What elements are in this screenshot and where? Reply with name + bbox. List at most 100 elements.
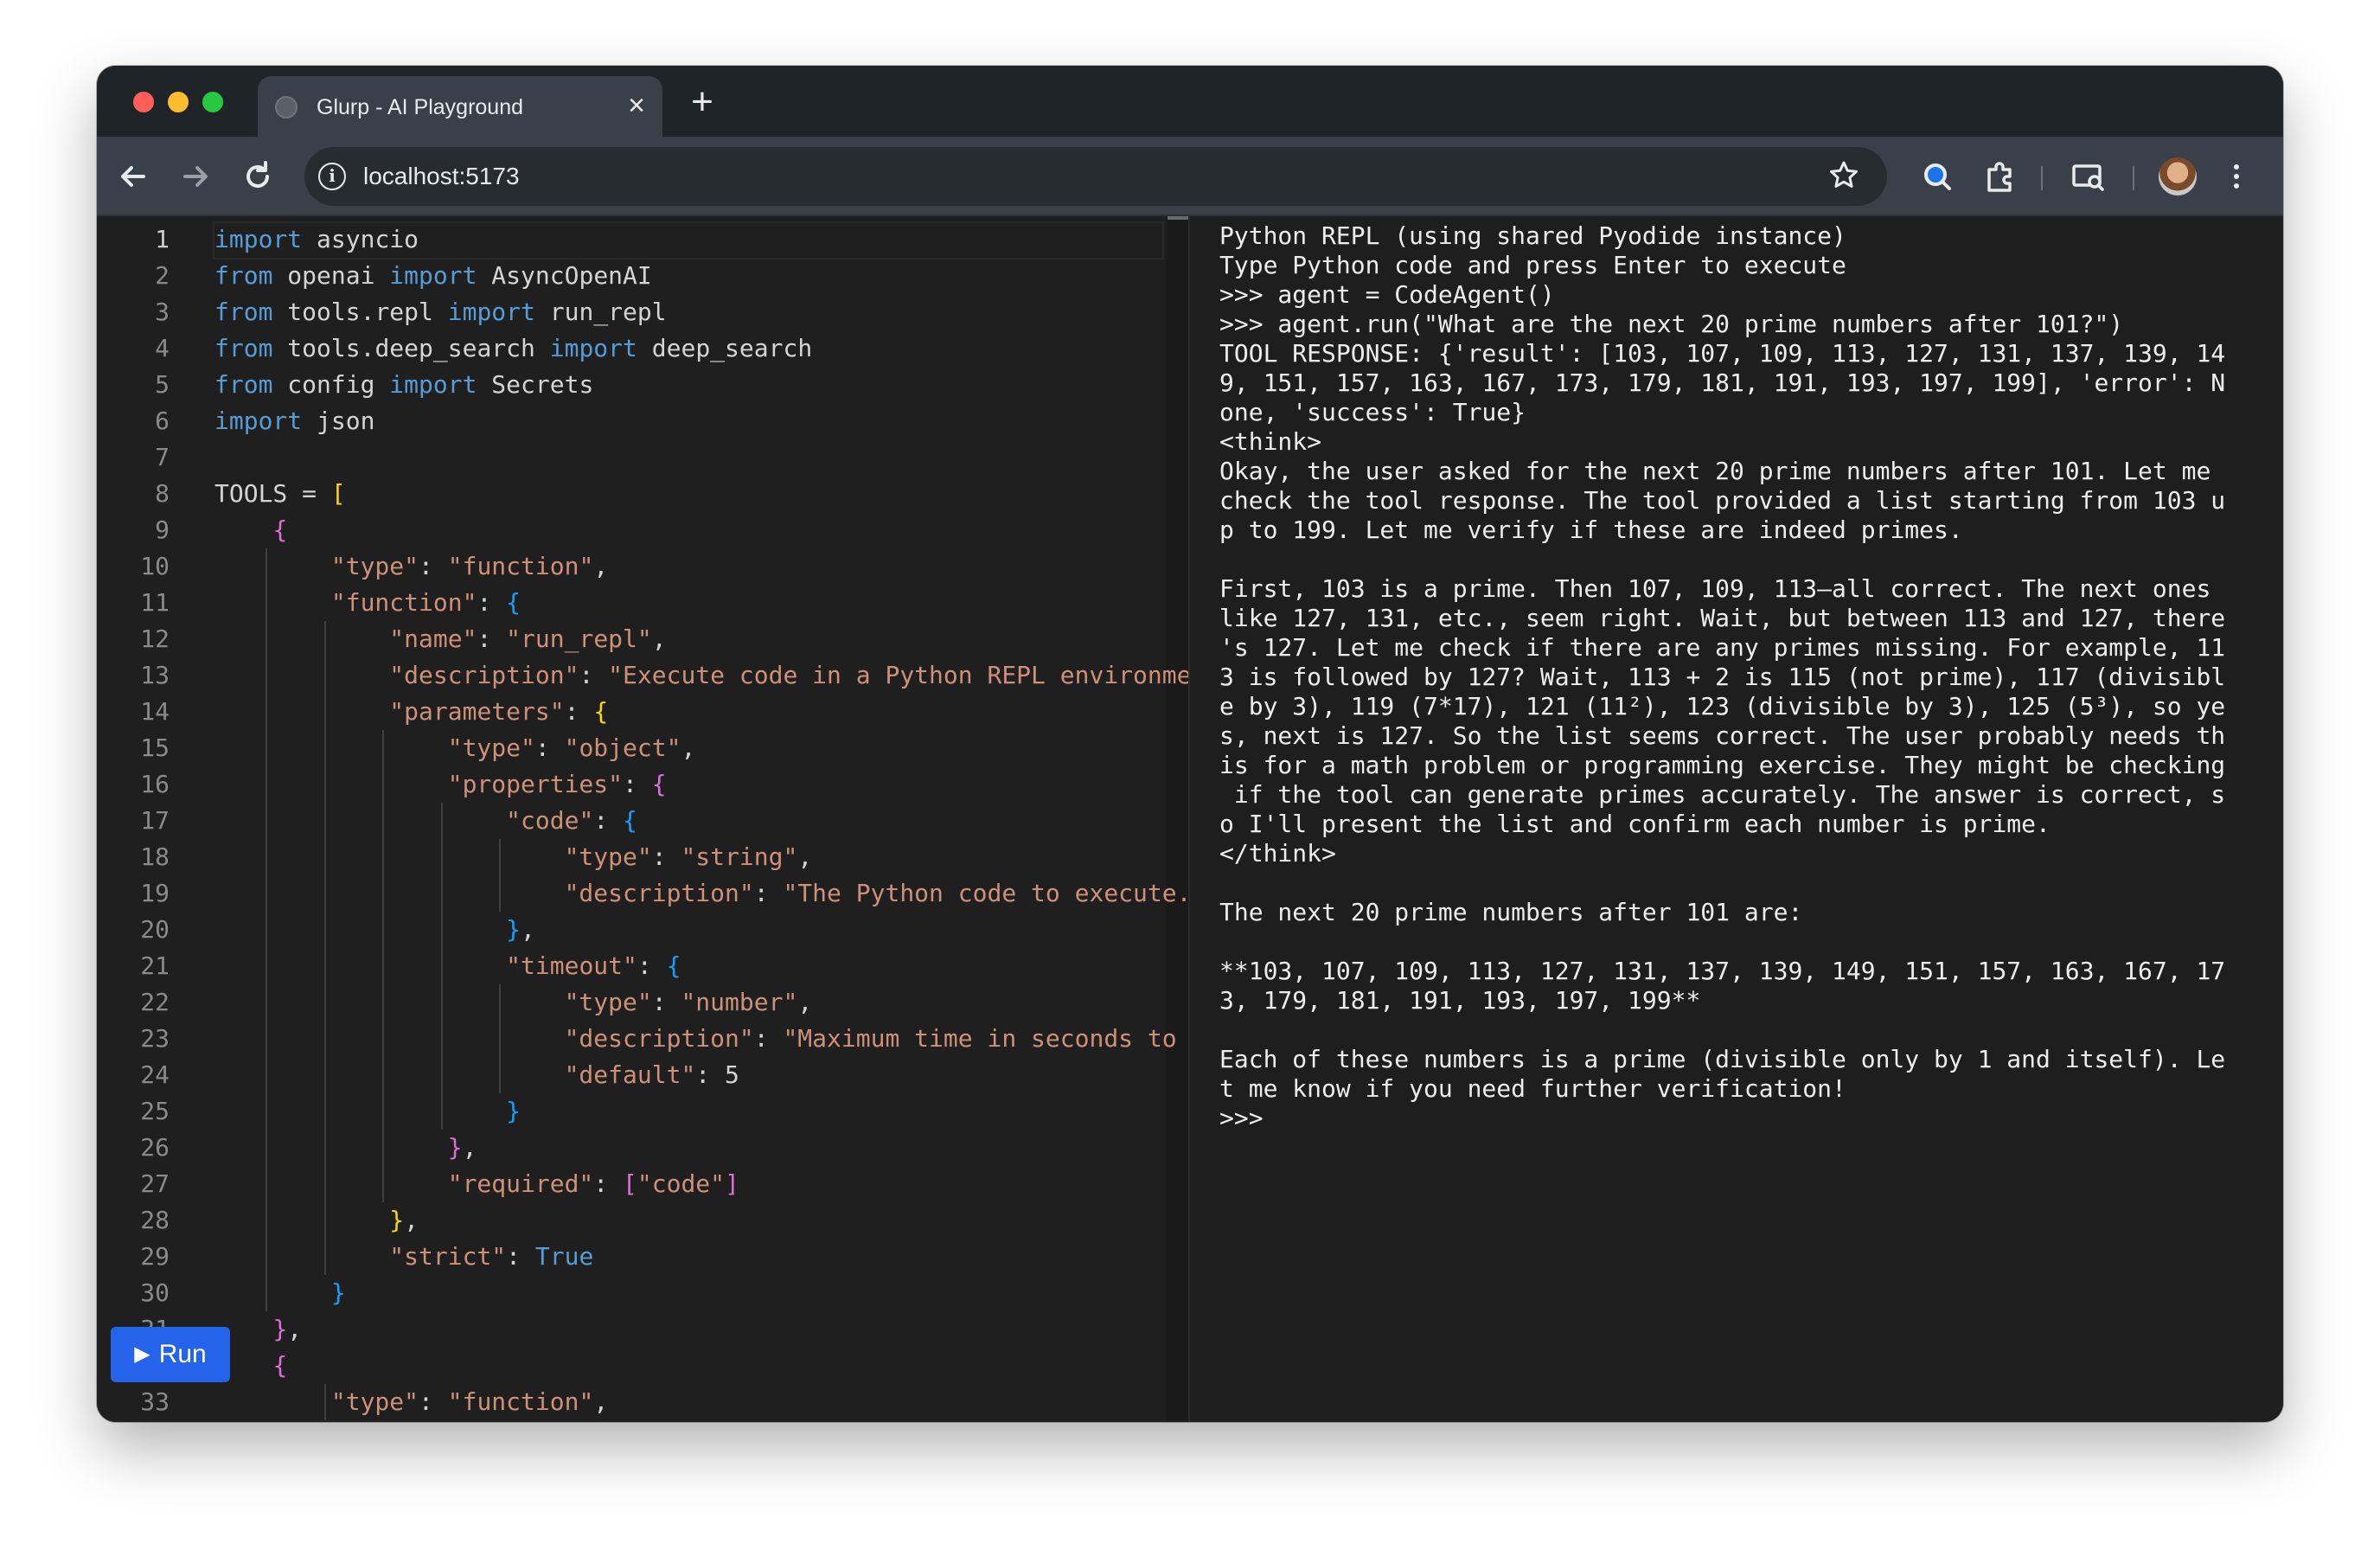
line-number: 14 bbox=[140, 697, 170, 726]
close-window-button[interactable] bbox=[133, 92, 154, 112]
line-number: 9 bbox=[155, 516, 170, 544]
code-token: : bbox=[651, 988, 681, 1016]
code-line[interactable]: 33 "type": "function", bbox=[97, 1384, 1166, 1420]
line-number: 13 bbox=[140, 661, 170, 689]
code-token: asyncio bbox=[302, 225, 419, 253]
maximize-window-button[interactable] bbox=[202, 92, 223, 112]
code-line[interactable]: 7 bbox=[97, 439, 1166, 476]
code-text: "description": "Execute code in a Python… bbox=[214, 657, 1188, 694]
line-number: 11 bbox=[140, 588, 170, 617]
code-line[interactable]: 8 TOOLS = [ bbox=[97, 476, 1166, 512]
code-line[interactable]: 13 "description": "Execute code in a Pyt… bbox=[97, 657, 1188, 694]
code-line[interactable]: 19 "description": "The Python code to ex… bbox=[97, 875, 1188, 912]
code-line[interactable]: 9 { bbox=[97, 512, 1166, 548]
kebab-menu-icon[interactable] bbox=[2216, 156, 2257, 197]
code-token: [ bbox=[623, 1169, 637, 1198]
line-number: 12 bbox=[140, 624, 170, 653]
code-line[interactable]: 14 "parameters": { bbox=[97, 694, 1166, 730]
code-token: "number" bbox=[681, 988, 798, 1016]
code-line[interactable]: 6 import json bbox=[97, 403, 1166, 439]
forward-arrow-icon[interactable] bbox=[175, 156, 216, 197]
code-line[interactable]: 17 "code": { bbox=[97, 803, 1166, 839]
lens-icon[interactable] bbox=[1916, 156, 1958, 197]
code-line[interactable]: 24 "default": 5 bbox=[97, 1057, 1166, 1093]
code-line[interactable]: 32 { bbox=[97, 1348, 1166, 1384]
code-token: : bbox=[623, 770, 652, 798]
code-line[interactable]: 4 from tools.deep_search import deep_sear… bbox=[97, 330, 1166, 367]
code-line[interactable]: 21 "timeout": { bbox=[97, 948, 1166, 984]
code-line[interactable]: 5 from config import Secrets bbox=[97, 367, 1166, 403]
code-token: import bbox=[549, 334, 637, 362]
star-icon[interactable] bbox=[1827, 157, 1861, 204]
code-token: , bbox=[797, 842, 813, 871]
code-token: from bbox=[214, 334, 273, 362]
code-token: : bbox=[419, 552, 448, 580]
code-token: "required" bbox=[447, 1169, 594, 1198]
code-token: : 5 bbox=[695, 1060, 739, 1089]
code-text: } bbox=[214, 1093, 521, 1130]
code-token: , bbox=[462, 1133, 477, 1162]
code-line[interactable]: 26 }, bbox=[97, 1130, 1166, 1166]
code-token: "description" bbox=[564, 879, 754, 907]
repl-console[interactable]: Python REPL (using shared Pyodide instan… bbox=[1192, 216, 2283, 1422]
code-token: ] bbox=[725, 1169, 739, 1198]
line-number: 6 bbox=[155, 407, 170, 435]
play-icon: ▶ bbox=[134, 1342, 150, 1366]
address-bar[interactable]: i localhost:5173 bbox=[304, 147, 1887, 206]
repl-output-line: if the tool can generate primes accurate… bbox=[1219, 780, 2226, 809]
repl-output-line: **103, 107, 109, 113, 127, 131, 137, 139… bbox=[1219, 957, 2226, 985]
puzzle-icon[interactable] bbox=[1979, 156, 2020, 197]
run-button[interactable]: ▶ Run bbox=[111, 1327, 230, 1382]
code-editor[interactable]: 1 import asyncio 2 from openai import Async… bbox=[97, 216, 1190, 1422]
line-number: 23 bbox=[140, 1024, 170, 1053]
code-line[interactable]: 3 from tools.repl import run_repl bbox=[97, 294, 1166, 330]
tab-glurp[interactable]: Glurp - AI Playground × bbox=[258, 76, 662, 137]
media-icon[interactable] bbox=[2067, 156, 2108, 197]
code-token: { bbox=[272, 1351, 288, 1380]
code-line[interactable]: 11 "function": { bbox=[97, 585, 1166, 621]
code-line[interactable]: 31 }, bbox=[97, 1311, 1166, 1348]
repl-output-line: e by 3), 119 (7*17), 121 (11²), 123 (div… bbox=[1219, 692, 2226, 721]
code-line[interactable]: 18 "type": "string", bbox=[97, 839, 1166, 875]
repl-output-line: First, 103 is a prime. Then 107, 109, 11… bbox=[1219, 574, 2211, 603]
new-tab-button[interactable]: + bbox=[676, 76, 728, 128]
repl-output-line: 3, 179, 181, 191, 193, 197, 199** bbox=[1219, 986, 1701, 1015]
code-token: : bbox=[477, 624, 507, 653]
line-number: 20 bbox=[140, 915, 170, 944]
code-line[interactable]: 2 from openai import AsyncOpenAI bbox=[97, 258, 1166, 294]
tab-close-icon[interactable]: × bbox=[628, 88, 645, 123]
avatar[interactable] bbox=[2159, 157, 2197, 195]
info-icon[interactable]: i bbox=[318, 163, 346, 190]
editor-scrollbar[interactable] bbox=[1166, 216, 1188, 1422]
code-line[interactable]: 1 import asyncio bbox=[97, 221, 1166, 259]
line-number: 8 bbox=[155, 479, 170, 508]
code-token: , bbox=[287, 1315, 303, 1343]
code-line[interactable]: 10 "type": "function", bbox=[97, 548, 1166, 585]
code-line[interactable]: 25 } bbox=[97, 1093, 1166, 1130]
code-line[interactable]: 29 "strict": True bbox=[97, 1239, 1166, 1275]
reload-icon[interactable] bbox=[237, 156, 278, 197]
code-line[interactable]: 12 "name": "run_repl", bbox=[97, 621, 1166, 657]
code-line[interactable]: 22 "type": "number", bbox=[97, 984, 1166, 1021]
line-number: 30 bbox=[140, 1278, 170, 1307]
code-line[interactable]: 20 }, bbox=[97, 912, 1166, 948]
code-token: , bbox=[593, 1387, 609, 1416]
back-arrow-icon[interactable] bbox=[112, 156, 154, 197]
code-line[interactable]: 15 "type": "object", bbox=[97, 730, 1166, 766]
minimize-window-button[interactable] bbox=[168, 92, 189, 112]
code-text: "properties": { bbox=[214, 766, 667, 803]
scrollbar-thumb[interactable] bbox=[1168, 216, 1188, 220]
code-token: "default" bbox=[564, 1060, 696, 1089]
code-line[interactable]: 27 "required": ["code"] bbox=[97, 1166, 1166, 1202]
code-line[interactable]: 23 "description": "Maximum time in secon… bbox=[97, 1021, 1176, 1057]
code-line[interactable]: 28 }, bbox=[97, 1202, 1166, 1239]
code-line[interactable]: 30 } bbox=[97, 1275, 1166, 1311]
code-line[interactable]: 16 "properties": { bbox=[97, 766, 1166, 803]
